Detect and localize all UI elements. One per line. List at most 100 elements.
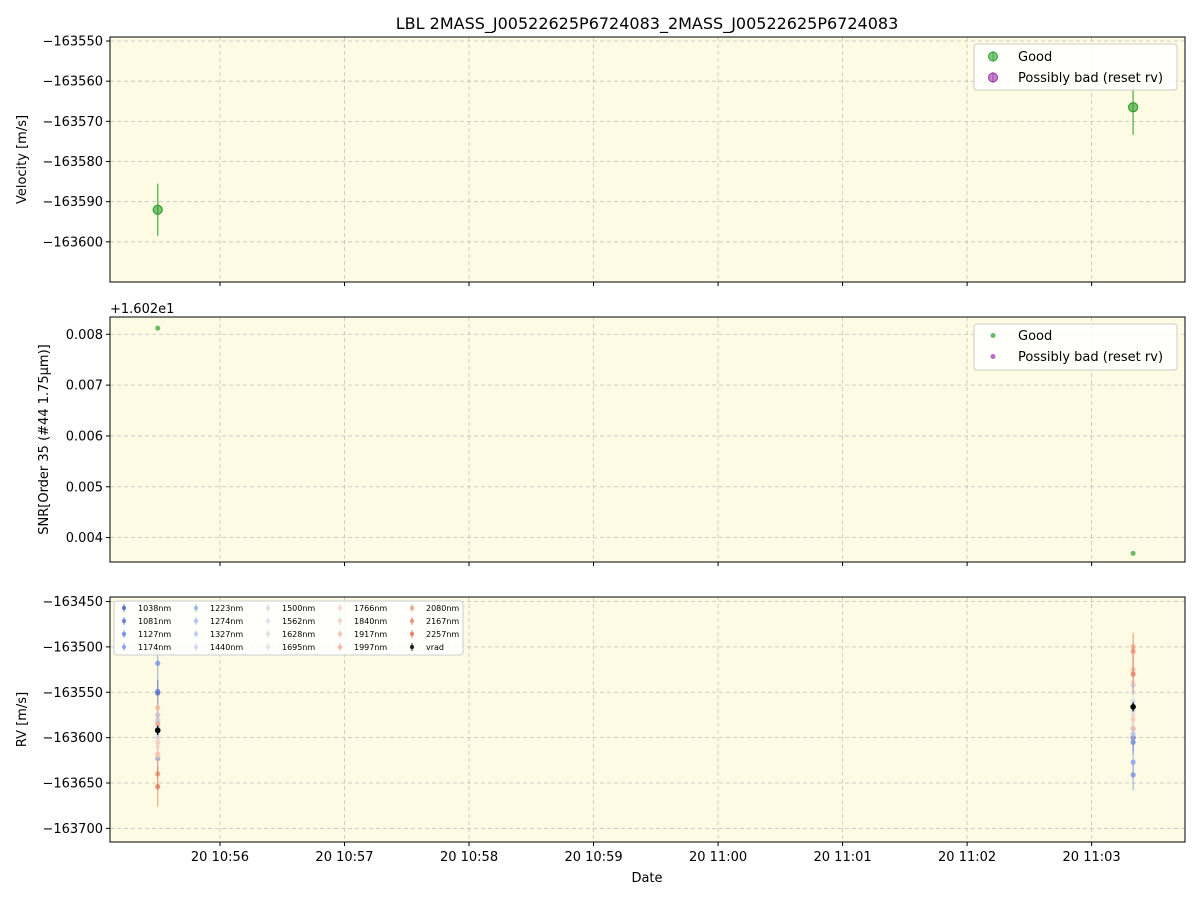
y-tick-label: −163600 <box>42 235 103 250</box>
snr-legend: Good Possibly bad (reset rv) <box>973 323 1178 371</box>
rv-legend-marker <box>121 631 127 637</box>
rv-legend-label: 1917nm <box>354 630 387 639</box>
rv-legend-label: 1997nm <box>354 643 387 652</box>
y-tick-label: 0.008 <box>66 328 103 343</box>
rv-legend-marker <box>265 605 271 611</box>
rv-legend-label: 1628nm <box>282 630 315 639</box>
x-tick-label: 20 11:03 <box>1063 850 1121 865</box>
rv-legend-label: 1327nm <box>210 630 243 639</box>
legend-bad-marker <box>988 72 998 83</box>
rv-legend-marker <box>337 644 343 650</box>
legend-good-marker <box>988 51 998 62</box>
y-tick-label: −163650 <box>42 777 103 792</box>
rv-legend-marker <box>409 631 415 637</box>
rv-legend-label: 2257nm <box>426 630 459 639</box>
y-tick-label: −163570 <box>42 115 103 130</box>
rv-legend-marker <box>409 605 415 611</box>
y-tick-label: 0.004 <box>66 531 103 546</box>
rv-legend-marker <box>265 644 271 650</box>
y-tick-label: −163590 <box>42 195 103 210</box>
rv-legend-marker <box>193 618 199 624</box>
rv-legend-marker <box>193 644 199 650</box>
rv-legend-label: 1127nm <box>138 630 171 639</box>
legend-good-marker <box>990 333 996 338</box>
y-tick-label: −163450 <box>42 595 103 610</box>
rv-panel: −163450 −163500 −163550 −163600 −163650 −1637… <box>15 595 1186 865</box>
y-tick-label: −163560 <box>42 75 103 90</box>
rv-legend-label: 1081nm <box>138 617 171 626</box>
rv-legend-label: 1440nm <box>210 643 243 652</box>
rv-point <box>155 784 161 790</box>
y-tick-label: 0.007 <box>66 379 103 394</box>
rv-legend-marker <box>265 618 271 624</box>
y-tick-label: −163580 <box>42 155 103 170</box>
rv-legend-marker <box>121 644 127 650</box>
velocity-legend: Good Possibly bad (reset rv) <box>973 43 1178 91</box>
velocity-ylabel: Velocity [m/s] <box>15 115 30 204</box>
legend-bad-label: Possibly bad (reset rv) <box>1018 71 1163 86</box>
rv-legend-label: 1174nm <box>138 643 171 652</box>
y-tick-label: −163550 <box>42 35 103 50</box>
rv-legend-label: 1038nm <box>138 604 171 613</box>
rv-legend-label: 1562nm <box>282 617 315 626</box>
x-tick-label: 20 10:57 <box>315 850 373 865</box>
rv-legend-label: 1695nm <box>282 643 315 652</box>
y-tick-label: 0.006 <box>66 429 103 444</box>
velocity-point <box>1128 102 1139 113</box>
rv-legend: 1038nm 1081nm 1127nm 1174nm 1223nm 1274nm 1327… <box>113 600 464 656</box>
x-tick-label: 20 11:00 <box>689 850 747 865</box>
vrad-point <box>1130 703 1136 710</box>
rv-legend-label: 2167nm <box>426 617 459 626</box>
x-tick-label: 20 11:01 <box>814 850 872 865</box>
legend-good-label: Good <box>1018 329 1052 344</box>
rv-legend-label: 1223nm <box>210 604 243 613</box>
x-tick-label: 20 10:56 <box>191 850 249 865</box>
legend-bad-label: Possibly bad (reset rv) <box>1018 350 1163 365</box>
rv-legend-label: vrad <box>426 643 444 652</box>
y-tick-label: −163500 <box>42 640 103 655</box>
rv-point <box>1130 648 1136 655</box>
rv-legend-label: 1274nm <box>210 617 243 626</box>
y-tick-label: −163550 <box>42 686 103 701</box>
rv-legend-label: 1500nm <box>282 604 315 613</box>
vrad-point <box>154 727 161 734</box>
rv-legend-marker <box>121 605 127 611</box>
rv-legend-marker <box>337 605 343 611</box>
legend-bad-marker <box>990 354 996 359</box>
rv-legend-marker <box>337 618 343 624</box>
rv-point <box>1130 759 1136 765</box>
rv-legend-label: 1840nm <box>354 617 387 626</box>
velocity-point <box>152 204 163 215</box>
snr-point <box>155 325 161 331</box>
x-tick-label: 20 10:59 <box>564 850 622 865</box>
rv-legend-marker <box>265 631 271 637</box>
y-tick-label: −163600 <box>42 731 103 746</box>
rv-legend-label: 1766nm <box>354 604 387 613</box>
rv-legend-marker <box>409 644 415 650</box>
snr-ylabel: SNR[Order 35 (#44 1.75μm)] <box>37 344 52 535</box>
figure-title: LBL 2MASS_J00522625P6724083_2MASS_J00522… <box>396 14 899 34</box>
figure: LBL 2MASS_J00522625P6724083_2MASS_J00522… <box>15 14 1186 886</box>
rv-legend-marker <box>193 605 199 611</box>
velocity-panel: −163550 −163560 −163570 −163580 −163590 −1636… <box>15 35 1186 286</box>
rv-legend-marker <box>337 631 343 637</box>
rv-point <box>1130 725 1136 732</box>
rv-legend-marker <box>409 618 415 624</box>
rv-legend-marker <box>193 631 199 637</box>
rv-point <box>155 688 161 694</box>
y-tick-label: −163700 <box>42 822 103 837</box>
rv-point <box>155 751 161 757</box>
rv-legend-marker <box>121 618 127 624</box>
snr-point <box>1130 550 1136 556</box>
snr-panel: 0.004 0.005 0.006 0.007 0.008 +1.602e1 SNR[O… <box>37 302 1186 566</box>
legend-good-label: Good <box>1018 50 1052 65</box>
rv-point <box>1130 671 1136 677</box>
rv-legend-label: 2080nm <box>426 604 459 613</box>
x-axis-label: Date <box>631 871 662 886</box>
x-tick-label: 20 10:58 <box>440 850 498 865</box>
snr-offset-label: +1.602e1 <box>110 302 174 317</box>
y-tick-label: 0.005 <box>66 480 103 495</box>
x-tick-label: 20 11:02 <box>938 850 996 865</box>
rv-point <box>155 660 161 666</box>
rv-ylabel: RV [m/s] <box>15 692 30 747</box>
